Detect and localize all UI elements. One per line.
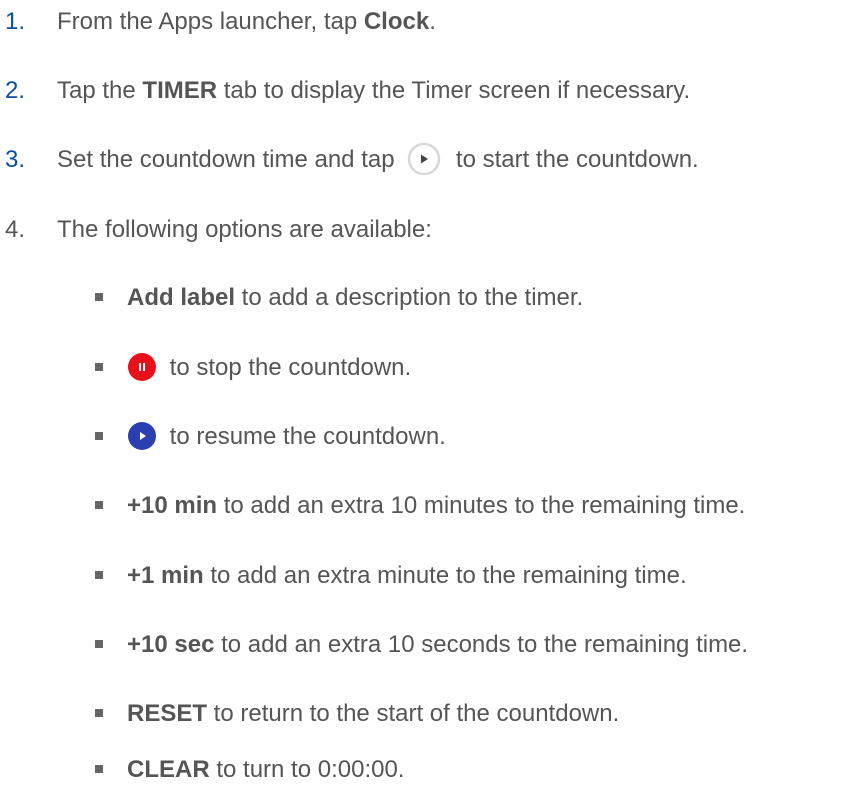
option-pause: to stop the countdown.	[95, 348, 411, 388]
option-term: +10 min	[127, 492, 218, 519]
step-bold-term: TIMER	[142, 77, 218, 104]
option-text: to stop the countdown.	[163, 354, 412, 381]
step-text: tab to display the Timer screen if neces…	[217, 77, 691, 104]
step-text: From the Apps launcher, tap	[57, 8, 364, 35]
option-term: Add label	[127, 284, 236, 311]
step-text: to start the countdown.	[449, 146, 699, 173]
pause-button-icon	[127, 352, 157, 382]
option-plus-1-min: +1 min to add an extra minute to the rem…	[95, 556, 687, 596]
step-text: Set the countdown time and tap	[57, 146, 402, 173]
play-outline-icon	[407, 142, 441, 176]
option-term: CLEAR	[127, 756, 210, 783]
bullet-icon	[95, 292, 103, 301]
resume-button-icon	[127, 421, 157, 451]
bullet-icon	[95, 639, 103, 648]
option-plus-10-sec: +10 sec to add an extra 10 seconds to th…	[95, 625, 748, 665]
bullet-icon	[95, 764, 103, 773]
option-text: to add an extra 10 seconds to the remain…	[214, 631, 749, 658]
option-text: to add a description to the timer.	[235, 284, 584, 311]
option-text: to add an extra minute to the remaining …	[203, 562, 687, 589]
bullet-icon	[95, 708, 103, 717]
step-text: Tap the	[57, 77, 143, 104]
option-term: +1 min	[127, 562, 204, 589]
step-3: 3. Set the countdown time and tap to star…	[5, 140, 699, 180]
step-bold-term: Clock	[363, 8, 430, 35]
option-clear: CLEAR to turn to 0:00:00.	[95, 750, 404, 790]
bullet-icon	[95, 570, 103, 579]
bullet-icon	[95, 362, 103, 371]
step-number: 1.	[5, 8, 26, 35]
step-number: 2.	[5, 77, 26, 104]
bullet-icon	[95, 500, 103, 509]
bullet-icon	[95, 431, 103, 440]
option-text: to add an extra 10 minutes to the remain…	[217, 492, 746, 519]
option-plus-10-min: +10 min to add an extra 10 minutes to th…	[95, 486, 745, 526]
option-add-label: Add label to add a description to the ti…	[95, 278, 583, 318]
option-text: to return to the start of the countdown.	[207, 700, 620, 727]
step-2: 2. Tap the TIMER tab to display the Timer…	[5, 71, 690, 111]
step-text: .	[429, 8, 436, 35]
option-term: +10 sec	[127, 631, 215, 658]
step-number: 4.	[5, 216, 26, 243]
option-text: to resume the countdown.	[163, 423, 446, 450]
option-term: RESET	[127, 700, 208, 727]
step-number: 3.	[5, 146, 26, 173]
option-reset: RESET to return to the start of the coun…	[95, 694, 619, 734]
step-1: 1. From the Apps launcher, tap Clock.	[5, 2, 436, 42]
option-resume: to resume the countdown.	[95, 417, 446, 457]
step-text: The following options are available:	[57, 216, 432, 243]
step-4: 4. The following options are available:	[5, 210, 432, 250]
option-text: to turn to 0:00:00.	[209, 756, 405, 783]
